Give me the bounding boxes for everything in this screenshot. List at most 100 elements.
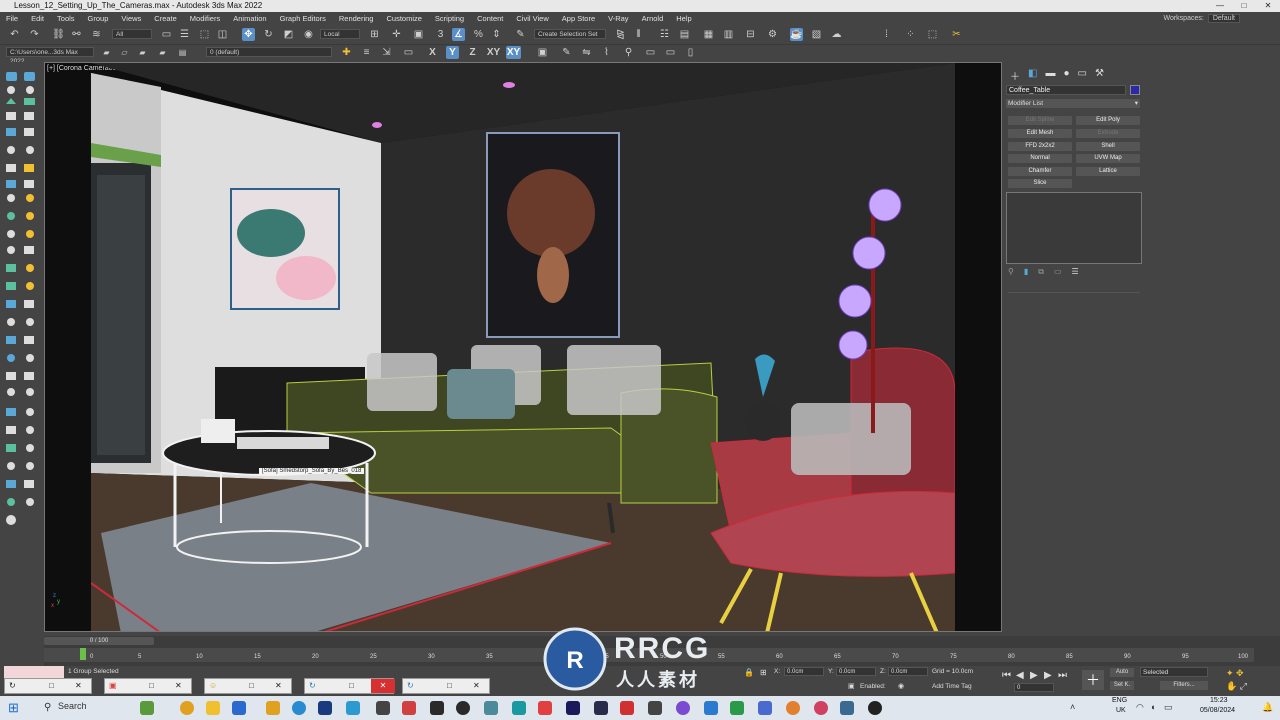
paint-icon[interactable]: ✎ <box>560 46 573 59</box>
brush-icon[interactable]: ⌇ <box>600 46 613 59</box>
modifier-edit-mesh-button[interactable]: Edit Mesh <box>1008 129 1072 138</box>
layer-dropdown[interactable]: 0 (default) <box>206 47 332 57</box>
floating-window-2[interactable]: ▣ □ ✕ <box>104 678 192 694</box>
prev-frame-icon[interactable]: ◀ <box>1016 670 1024 681</box>
folder-open-icon[interactable]: ▱ <box>118 46 131 59</box>
time-tag-icon[interactable]: ◉ <box>898 682 904 690</box>
axis-xy-active-button[interactable]: XY <box>506 46 521 59</box>
window-max-icon[interactable]: □ <box>249 679 254 693</box>
app-icon-4[interactable] <box>402 701 416 715</box>
absolute-mode-icon[interactable]: ⊞ <box>760 668 767 677</box>
axis-x-button[interactable]: X <box>426 46 439 59</box>
toggle-ribbon-icon[interactable]: ▦ <box>702 28 715 41</box>
set-key-icon[interactable]: ＋ <box>1082 670 1104 690</box>
window-max-icon[interactable]: □ <box>349 679 354 693</box>
enabled-toggle-icon[interactable]: ▣ <box>848 682 855 690</box>
axis-z-button[interactable]: Z <box>466 46 479 59</box>
remove-modifier-icon[interactable]: ▭ <box>1054 267 1062 277</box>
render-setup-icon[interactable]: ☕ <box>790 28 803 41</box>
align-icon[interactable]: ⫴ <box>632 28 645 41</box>
z-coordinate-field[interactable]: 0.0cm <box>888 667 928 676</box>
key-filter-dropdown[interactable]: Selected <box>1140 667 1208 677</box>
floating-window-4[interactable]: ↻ □ ✕ <box>304 678 395 694</box>
render-production-icon[interactable]: ☁ <box>830 28 843 41</box>
window-max-icon[interactable]: □ <box>49 679 54 693</box>
add-to-layer-icon[interactable]: ≡ <box>360 46 373 59</box>
current-frame-marker[interactable] <box>80 648 86 660</box>
window-crossing-icon[interactable]: ◫ <box>216 28 229 41</box>
auto-key-button[interactable]: Auto <box>1110 668 1134 677</box>
modifier-ffd-button[interactable]: FFD 2x2x2 <box>1008 142 1072 151</box>
modifier-normal-button[interactable]: Normal <box>1008 154 1072 163</box>
add-time-tag-button[interactable]: Add Time Tag <box>932 683 972 690</box>
app-icon-12[interactable] <box>840 701 854 715</box>
menu-views[interactable]: Views <box>121 14 141 23</box>
window-close-icon[interactable]: ✕ <box>473 679 480 693</box>
workspace-value[interactable]: Default <box>1207 14 1240 23</box>
menu-arnold[interactable]: Arnold <box>642 14 664 23</box>
folder-save-icon[interactable]: ▰ <box>156 46 169 59</box>
bind-space-warp-icon[interactable]: ≋ <box>90 28 103 41</box>
app-icon-3[interactable] <box>376 701 390 715</box>
x-coordinate-field[interactable]: 0.0cm <box>784 667 824 676</box>
chrome-icon[interactable] <box>180 701 194 715</box>
region-label[interactable]: UK <box>1116 707 1126 714</box>
language-label[interactable]: ENG <box>1112 697 1127 704</box>
3dsmax-icon[interactable] <box>512 701 526 715</box>
selection-filter-dropdown[interactable]: All <box>112 29 152 39</box>
excel-icon[interactable] <box>730 701 744 715</box>
layer-props-icon[interactable]: ▭ <box>402 46 415 59</box>
configure-sets-icon[interactable]: ☰ <box>1072 267 1079 277</box>
unlink-icon[interactable]: ⚯ <box>70 28 83 41</box>
pivot-center-icon[interactable]: ⊞ <box>368 28 381 41</box>
axis-y-button[interactable]: Y <box>446 46 459 59</box>
wifi-icon[interactable]: ◠ <box>1136 702 1144 713</box>
menu-create[interactable]: Create <box>154 14 177 23</box>
select-object-icon[interactable]: ▭ <box>160 28 173 41</box>
selection-set-dropdown[interactable]: Create Selection Set <box>534 29 606 39</box>
floating-window-1[interactable]: ↻ □ ✕ <box>4 678 92 694</box>
menu-rendering[interactable]: Rendering <box>339 14 374 23</box>
create-tab-icon[interactable]: ＋ <box>1010 68 1020 83</box>
modifier-list-dropdown[interactable]: Modifier List ▾ <box>1006 99 1140 108</box>
select-scale-icon[interactable]: ◩ <box>282 28 295 41</box>
filters-button[interactable]: Filters... <box>1160 681 1208 690</box>
app-icon-10[interactable] <box>758 701 772 715</box>
clock-time[interactable]: 15:23 <box>1210 697 1228 704</box>
window-close-icon[interactable]: ✕ <box>275 679 282 693</box>
spinner-snap-icon[interactable]: ⇕ <box>490 28 503 41</box>
display-tab-icon[interactable]: ▭ <box>1078 68 1087 80</box>
dashed-select-icon[interactable]: ⬚ <box>926 28 939 41</box>
unlink-tool-icon[interactable]: ⚲ <box>622 46 635 59</box>
menu-file[interactable]: File <box>6 14 18 23</box>
snapshot-icon[interactable]: ▣ <box>536 46 549 59</box>
snaps-toggle-icon[interactable]: 3 <box>434 28 447 41</box>
folder-add-icon[interactable]: ▰ <box>136 46 149 59</box>
ref-coord-dropdown[interactable]: Local <box>320 29 360 39</box>
mirror-icon[interactable]: ⧎ <box>614 28 627 41</box>
app-icon-7[interactable] <box>538 701 552 715</box>
modify-tab-icon[interactable]: ◧ <box>1028 68 1037 80</box>
battery-icon[interactable]: ▭ <box>1164 702 1173 713</box>
app-icon-1[interactable] <box>266 701 280 715</box>
app-icon-9[interactable] <box>676 701 690 715</box>
set-key-button[interactable]: Set K. <box>1110 681 1134 690</box>
folder-icon[interactable]: ▰ <box>100 46 113 59</box>
menu-tools[interactable]: Tools <box>57 14 75 23</box>
object-color-swatch[interactable] <box>1130 85 1140 95</box>
steam-icon[interactable] <box>456 701 470 715</box>
modifier-uvw-map-button[interactable]: UVW Map <box>1076 154 1140 163</box>
app-icon-11[interactable] <box>814 701 828 715</box>
edit-named-selection-icon[interactable]: ✎ <box>514 28 527 41</box>
menu-edit[interactable]: Edit <box>31 14 44 23</box>
taskbar-search-label[interactable]: Search <box>58 701 87 711</box>
menu-customize[interactable]: Customize <box>386 14 421 23</box>
y-coordinate-field[interactable]: 0.0cm <box>836 667 876 676</box>
project-path-field[interactable]: C:\Users\one...3ds Max 2022 <box>6 47 94 65</box>
play-icon[interactable]: ▶ <box>1030 670 1038 681</box>
layers-icon[interactable]: ▤ <box>176 46 189 59</box>
material-editor-icon[interactable]: ⚙ <box>766 28 779 41</box>
modifier-shell-button[interactable]: Shell <box>1076 142 1140 151</box>
window-close-icon[interactable]: ✕ <box>371 679 395 693</box>
object-name-field[interactable]: Coffee_Table <box>1006 85 1126 95</box>
